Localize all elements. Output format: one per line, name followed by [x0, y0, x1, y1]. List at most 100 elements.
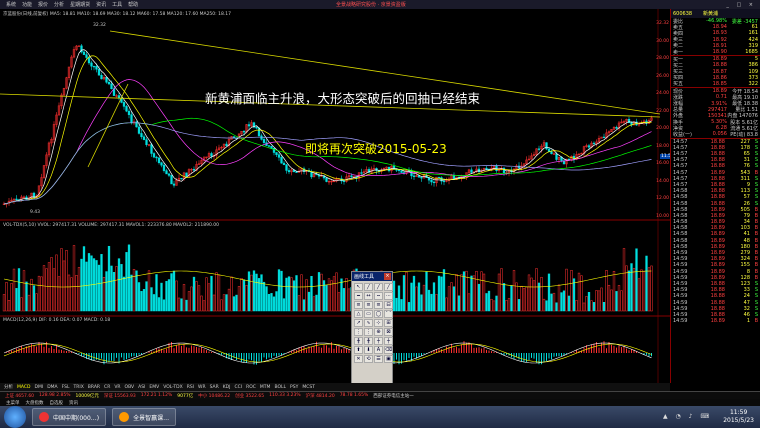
candlestick-chart[interactable]	[0, 9, 670, 383]
bid-row[interactable]: 买五 18.85 322	[671, 81, 760, 88]
draw-tool-button[interactable]: ╱	[384, 283, 393, 291]
draw-tool-button[interactable]: ⊹	[374, 319, 383, 327]
taskbar-app-1[interactable]: 中国中期(000…)	[32, 408, 107, 426]
draw-tool-button[interactable]: ⟲	[364, 355, 373, 363]
draw-tool-button[interactable]: ☰	[374, 355, 383, 363]
draw-tool-button[interactable]: △	[354, 310, 363, 318]
close-icon[interactable]: ×	[384, 273, 391, 280]
menu-analysis[interactable]: 分析	[54, 1, 64, 8]
volume-bar	[455, 274, 458, 312]
index-status-item: 深证 15563.93	[103, 393, 136, 399]
draw-tool-button[interactable]: ⊕	[374, 328, 383, 336]
draw-tool-button[interactable]: ∿	[364, 319, 373, 327]
draw-tool-button[interactable]: ▣	[384, 355, 393, 363]
indicator-tab-7[interactable]: CR	[104, 385, 110, 390]
menu-function[interactable]: 功能	[22, 1, 32, 8]
draw-tool-button[interactable]: ╫	[364, 337, 373, 345]
volume-bar	[335, 272, 338, 312]
indicator-tab-2[interactable]: DMI	[35, 385, 44, 390]
indicator-tab-6[interactable]: BRAR	[88, 385, 100, 390]
indicator-tab-3[interactable]: DMA	[47, 385, 57, 390]
draw-tool-button[interactable]: A	[374, 346, 383, 354]
volume-bar	[97, 264, 101, 312]
draw-tool-button[interactable]: ┼	[384, 337, 393, 345]
draw-tool-button[interactable]: ⋮	[354, 328, 363, 336]
index-status-item: 78.78 1.65%	[339, 393, 369, 398]
draw-tool-button[interactable]: ≡	[374, 301, 383, 309]
indicator-tab-18[interactable]: ROC	[246, 385, 256, 390]
draw-tool-button[interactable]: ⌒	[384, 310, 393, 318]
indicator-tab-8[interactable]: VR	[114, 385, 120, 390]
drawing-toolbox[interactable]: 画线工具 × ↖ ╱ ╱ ╱ ━ ↔ ┅ ⋯ ≡ ≡ ≡ ⊟ △ ▭ ◯ ⌒ ↗ ∿ ⊹ ⊞ ⋮ ⋮ ⊕ ⊠ ╫ ╫ ┼ ┼ ⬆ ⬇ A ⌫ ✕…	[351, 271, 393, 395]
draw-tool-button[interactable]: ↔	[364, 292, 373, 300]
draw-tool-button[interactable]: ⬆	[354, 346, 363, 354]
indicator-tab-21[interactable]: PSY	[290, 385, 298, 390]
bottom-nav-bar: 主菜单 大盘指数 自选股 资讯	[0, 399, 760, 406]
menu-news[interactable]: 资讯	[96, 1, 106, 8]
indicator-tab-19[interactable]: MTM	[260, 385, 271, 390]
indicator-tab-14[interactable]: WR	[198, 385, 206, 390]
draw-tool-button[interactable]: ▭	[364, 310, 373, 318]
toolbox-titlebar[interactable]: 画线工具 ×	[352, 272, 392, 281]
draw-tool-button[interactable]: ⋮	[364, 328, 373, 336]
draw-tool-button[interactable]: ≡	[354, 301, 363, 309]
draw-tool-button[interactable]: ⋯	[384, 292, 393, 300]
draw-tool-button[interactable]: ✕	[354, 355, 363, 363]
draw-tool-button[interactable]: ◯	[374, 310, 383, 318]
volume-bar	[415, 286, 418, 312]
indicator-tab-12[interactable]: VOL-TDX	[163, 385, 182, 390]
taskbar-clock[interactable]: 11:59 2015/5/23	[723, 409, 754, 425]
taskbar-app-2[interactable]: 全景智赢课…	[112, 408, 177, 426]
indicator-tab-16[interactable]: KDJ	[223, 385, 231, 390]
ask-row[interactable]: 卖一 18.90 1685	[671, 49, 760, 56]
draw-tool-button[interactable]: ⊟	[384, 301, 393, 309]
draw-tool-button[interactable]: ⊞	[384, 319, 393, 327]
indicator-tab-5[interactable]: TRIX	[74, 385, 84, 390]
indicator-tab-4[interactable]: FSL	[62, 385, 70, 390]
indicator-tab-15[interactable]: SAR	[210, 385, 219, 390]
draw-tool-button[interactable]: ━	[354, 292, 363, 300]
volume-bar	[132, 268, 136, 312]
bottom-nav-item[interactable]: 大盘指数	[26, 400, 44, 406]
bottom-nav-item[interactable]: 主菜单	[6, 400, 20, 406]
system-tray-icons[interactable]: ▲ ◔ ♪ ⌨	[663, 413, 712, 420]
bottom-nav-item[interactable]: 自选股	[50, 400, 64, 406]
start-button-icon[interactable]	[4, 406, 26, 428]
tick-list[interactable]: 14:57 18.88 227 S 14:57 18.88 178 S 14:57 18.88 65…	[671, 137, 760, 325]
draw-tool-button[interactable]: ╫	[354, 337, 363, 345]
volume-bar	[165, 281, 168, 312]
indicator-tab-9[interactable]: OBV	[125, 385, 135, 390]
menu-quote[interactable]: 报价	[38, 1, 48, 8]
tick-side: B	[754, 219, 758, 226]
window-controls[interactable]: _ □ ×	[726, 2, 756, 8]
menu-help[interactable]: 帮助	[128, 1, 138, 8]
draw-tool-button[interactable]: ╱	[364, 283, 373, 291]
indicator-tab-22[interactable]: MCST	[302, 385, 315, 390]
ma120-line	[3, 122, 652, 205]
menu-tools[interactable]: 工具	[112, 1, 122, 8]
indicator-tab-10[interactable]: ASI	[138, 385, 145, 390]
stat-value: 297417	[707, 106, 727, 113]
draw-tool-button[interactable]: ┼	[374, 337, 383, 345]
tick-side: S	[754, 144, 758, 151]
indicator-tab-20[interactable]: BOLL	[274, 385, 286, 390]
draw-tool-button[interactable]: ⊠	[384, 328, 393, 336]
indicator-tab-1[interactable]: MACD	[17, 385, 31, 390]
draw-tool-button[interactable]: ⌫	[384, 346, 393, 354]
draw-tool-button[interactable]: ┅	[374, 292, 383, 300]
draw-tool-button[interactable]: ≡	[364, 301, 373, 309]
draw-tool-button[interactable]: ⬇	[364, 346, 373, 354]
indicator-tab-0[interactable]: 分析	[4, 384, 13, 390]
draw-tool-button[interactable]: ╱	[374, 283, 383, 291]
indicator-tab-17[interactable]: CCI	[234, 385, 242, 390]
menu-system[interactable]: 系统	[6, 1, 16, 8]
draw-tool-button[interactable]: ↗	[354, 319, 363, 327]
indicator-tab-11[interactable]: EMV	[149, 385, 159, 390]
indicator-tab-13[interactable]: RSI	[187, 385, 194, 390]
volume-bar	[525, 286, 528, 312]
draw-tool-button[interactable]: ↖	[354, 283, 363, 291]
bottom-nav-item[interactable]: 资讯	[69, 400, 78, 406]
menu-futures[interactable]: 星期期货	[70, 1, 90, 8]
chart-area[interactable]: 京蓝股份(日线,前复权) MA5: 18.81 MA10: 18.69 MA30…	[0, 9, 675, 383]
candle-body	[172, 183, 176, 186]
